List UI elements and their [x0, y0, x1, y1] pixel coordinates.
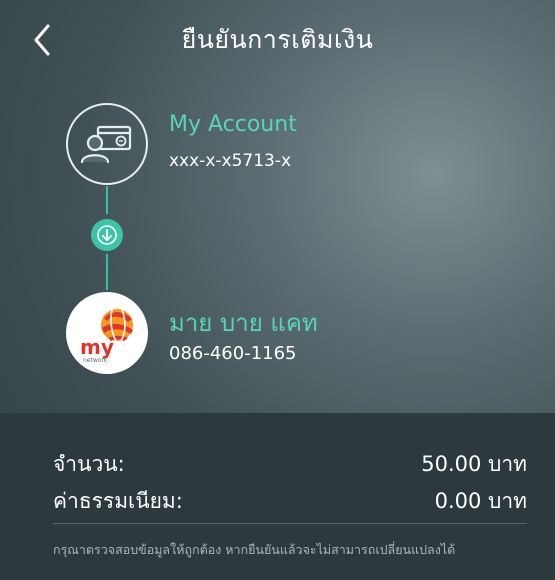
fee-label: ค่าธรรมเนียม: [53, 489, 183, 513]
connector-line-bottom [106, 254, 108, 290]
destination-avatar: my network [66, 292, 148, 374]
fee-value: 0.00 บาท [434, 489, 527, 513]
arrow-down-icon [97, 225, 117, 245]
topup-confirmation-screen: ยืนยันการเติมเงิน My Account xxx-x-x5713… [0, 0, 555, 580]
amount-label: จำนวน: [53, 452, 125, 476]
amount-row: จำนวน: 50.00 บาท [53, 448, 527, 478]
logo-my-text: my [80, 335, 114, 359]
source-account-number: xxx-x-x5713-x [169, 151, 292, 171]
summary-panel: จำนวน: 50.00 บาท ค่าธรรมเนียม: 0.00 บาท … [0, 413, 555, 580]
destination-number: 086-460-1165 [169, 343, 297, 364]
transfer-direction-badge [91, 219, 123, 251]
destination-name: มาย บาย แคท [169, 309, 318, 337]
source-account-name: My Account [169, 112, 297, 137]
account-card-icon [80, 125, 132, 164]
header: ยืนยันการเติมเงิน [0, 0, 555, 78]
my-network-logo: my network [80, 309, 133, 364]
divider [53, 523, 527, 524]
confirmation-note: กรุณาตรวจสอบข้อมูลให้ถูกต้อง หากยืนยันแล… [53, 542, 456, 557]
account-avatar [66, 103, 148, 185]
logo-network-text: network [83, 357, 108, 364]
connector-line-top [106, 186, 108, 214]
page-title: ยืนยันการเติมเงิน [181, 25, 374, 54]
amount-value: 50.00 บาท [421, 452, 527, 476]
fee-row: ค่าธรรมเนียม: 0.00 บาท [53, 485, 527, 515]
